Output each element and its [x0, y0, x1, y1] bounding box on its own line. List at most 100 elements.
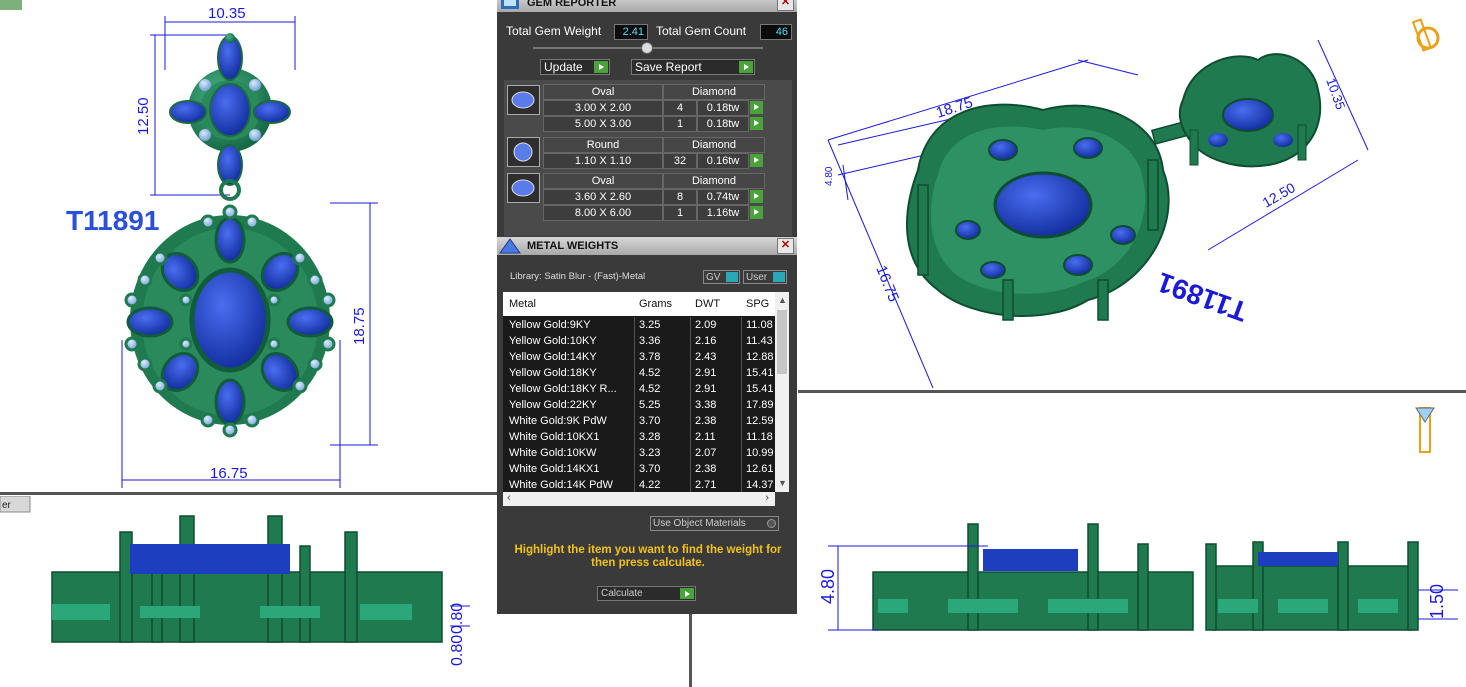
viewport-corner-label: er: [2, 500, 12, 511]
dwt-value: 2.09: [695, 319, 717, 331]
calculate-button[interactable]: Calculate: [597, 586, 696, 601]
play-icon: [680, 588, 694, 599]
gem-size[interactable]: 1.10 X 1.10: [543, 153, 663, 169]
viewport-perspective[interactable]: 18.75 10.35 12.50 16.75 4.80 T11891: [798, 0, 1466, 390]
column-separator: [634, 445, 635, 461]
gem-size[interactable]: 3.60 X 2.60: [543, 189, 663, 205]
column-separator: [634, 461, 635, 477]
metal-name: Yellow Gold:10KY: [509, 335, 597, 347]
scroll-thumb[interactable]: [777, 310, 787, 374]
grams-value: 3.36: [639, 335, 661, 347]
dim-top-height: 12.50: [135, 97, 152, 135]
orientation-gizmo-icon: [1411, 18, 1440, 52]
table-row[interactable]: Yellow Gold:18KY R... 4.52 2.91 15.41: [503, 381, 777, 397]
vertical-scrollbar[interactable]: ▲ ▼: [775, 292, 789, 492]
dim-e: 4.80: [824, 166, 835, 186]
close-icon[interactable]: ✕: [777, 238, 794, 254]
table-row[interactable]: White Gold:14K PdW 4.22 2.71 14.37: [503, 477, 777, 492]
table-row[interactable]: Yellow Gold:14KY 3.78 2.43 12.88: [503, 349, 777, 365]
metal-weights-icon: [499, 238, 521, 254]
total-count-label: Total Gem Count: [656, 24, 747, 38]
horizontal-scrollbar[interactable]: ‹ ›: [503, 492, 775, 506]
gem-weight: 0.18tw: [697, 116, 749, 132]
select-gem-icon[interactable]: [750, 206, 763, 219]
viewport-divider-v: [689, 614, 692, 687]
gem-size[interactable]: 8.00 X 6.00: [543, 205, 663, 221]
column-separator: [634, 413, 635, 429]
scroll-up-icon[interactable]: ▲: [778, 295, 787, 305]
dim-br-a: 4.80: [818, 569, 838, 604]
metal-name: White Gold:9K PdW: [509, 415, 607, 427]
grams-value: 3.23: [639, 447, 661, 459]
round-gem-icon[interactable]: [507, 137, 540, 167]
table-row[interactable]: White Gold:9K PdW 3.70 2.38 12.59: [503, 413, 777, 429]
column-separator: [634, 429, 635, 445]
close-icon[interactable]: ✕: [777, 0, 794, 11]
viewport-front[interactable]: 10.35 12.50 18.75 16.75 T11891: [0, 0, 497, 492]
grams-value: 3.70: [639, 415, 661, 427]
select-gem-icon[interactable]: [750, 117, 763, 130]
column-separator: [634, 397, 635, 413]
col-spg[interactable]: SPG: [746, 298, 769, 310]
oval-gem-icon[interactable]: [507, 173, 540, 203]
use-object-materials-label: Use Object Materials: [653, 518, 746, 529]
grams-value: 5.25: [639, 399, 661, 411]
table-row[interactable]: Yellow Gold:9KY 3.25 2.09 11.08: [503, 317, 777, 333]
dim-br-b: 1.50: [1427, 584, 1447, 619]
select-gem-icon[interactable]: [750, 101, 763, 114]
metal-name: White Gold:10KW: [509, 447, 597, 459]
gem-material: Diamond: [663, 137, 765, 153]
gv-toggle[interactable]: GV: [703, 270, 740, 284]
column-separator: [741, 413, 742, 429]
use-object-materials-toggle[interactable]: Use Object Materials: [650, 516, 779, 531]
gem-shape: Oval: [543, 84, 663, 100]
play-icon: [594, 61, 608, 73]
table-row[interactable]: White Gold:10KW 3.23 2.07 10.99: [503, 445, 777, 461]
table-row[interactable]: Yellow Gold:22KY 5.25 3.38 17.89: [503, 397, 777, 413]
gem-weight: 0.16tw: [697, 153, 749, 169]
gem-size[interactable]: 3.00 X 2.00: [543, 100, 663, 116]
column-separator: [741, 317, 742, 333]
scroll-right-icon[interactable]: ›: [765, 492, 769, 504]
gem-size[interactable]: 5.00 X 3.00: [543, 116, 663, 132]
column-separator: [634, 349, 635, 365]
metal-name: Yellow Gold:18KY: [509, 367, 597, 379]
select-gem-icon[interactable]: [750, 154, 763, 167]
grams-value: 4.52: [639, 367, 661, 379]
dwt-value: 2.07: [695, 447, 717, 459]
scroll-left-icon[interactable]: ‹: [507, 492, 511, 504]
metal-name: White Gold:14KX1: [509, 463, 600, 475]
gem-count: 4: [663, 100, 697, 116]
total-weight-value: 2.41: [614, 24, 648, 40]
col-dwt[interactable]: DWT: [695, 298, 720, 310]
user-toggle[interactable]: User: [743, 270, 787, 284]
part-label: T11891: [66, 205, 159, 236]
oval-gem-icon[interactable]: [507, 85, 540, 115]
scroll-down-icon[interactable]: ▼: [778, 478, 787, 488]
viewport-side-left[interactable]: er 0.80 0.80: [0, 496, 497, 687]
grams-value: 4.52: [639, 383, 661, 395]
column-separator: [741, 349, 742, 365]
table-row[interactable]: Yellow Gold:10KY 3.36 2.16 11.43: [503, 333, 777, 349]
gem-reporter-titlebar[interactable]: GEM REPORTER ✕: [497, 0, 797, 12]
column-separator: [741, 461, 742, 477]
total-weight-label: Total Gem Weight: [506, 24, 602, 38]
dim-b: 10.35: [1323, 76, 1348, 112]
metal-name: Yellow Gold:18KY R...: [509, 383, 617, 395]
metal-weights-titlebar[interactable]: METAL WEIGHTS ✕: [497, 237, 797, 255]
viewport-side-right[interactable]: 4.80 1.50: [798, 394, 1466, 687]
metal-name: White Gold:10KX1: [509, 431, 600, 443]
update-button[interactable]: Update: [540, 59, 610, 75]
toggle-switch-icon: [773, 272, 785, 282]
col-metal[interactable]: Metal: [509, 298, 536, 310]
viewport-divider-h-right: [798, 390, 1466, 393]
select-gem-icon[interactable]: [750, 190, 763, 203]
col-grams[interactable]: Grams: [639, 298, 672, 310]
splitter-handle-icon[interactable]: [641, 42, 653, 54]
gem-material: Diamond: [663, 173, 765, 189]
table-row[interactable]: White Gold:10KX1 3.28 2.11 11.18: [503, 429, 777, 445]
save-report-button[interactable]: Save Report: [631, 59, 755, 75]
gv-label: GV: [706, 272, 721, 283]
table-row[interactable]: White Gold:14KX1 3.70 2.38 12.61: [503, 461, 777, 477]
table-row[interactable]: Yellow Gold:18KY 4.52 2.91 15.41: [503, 365, 777, 381]
